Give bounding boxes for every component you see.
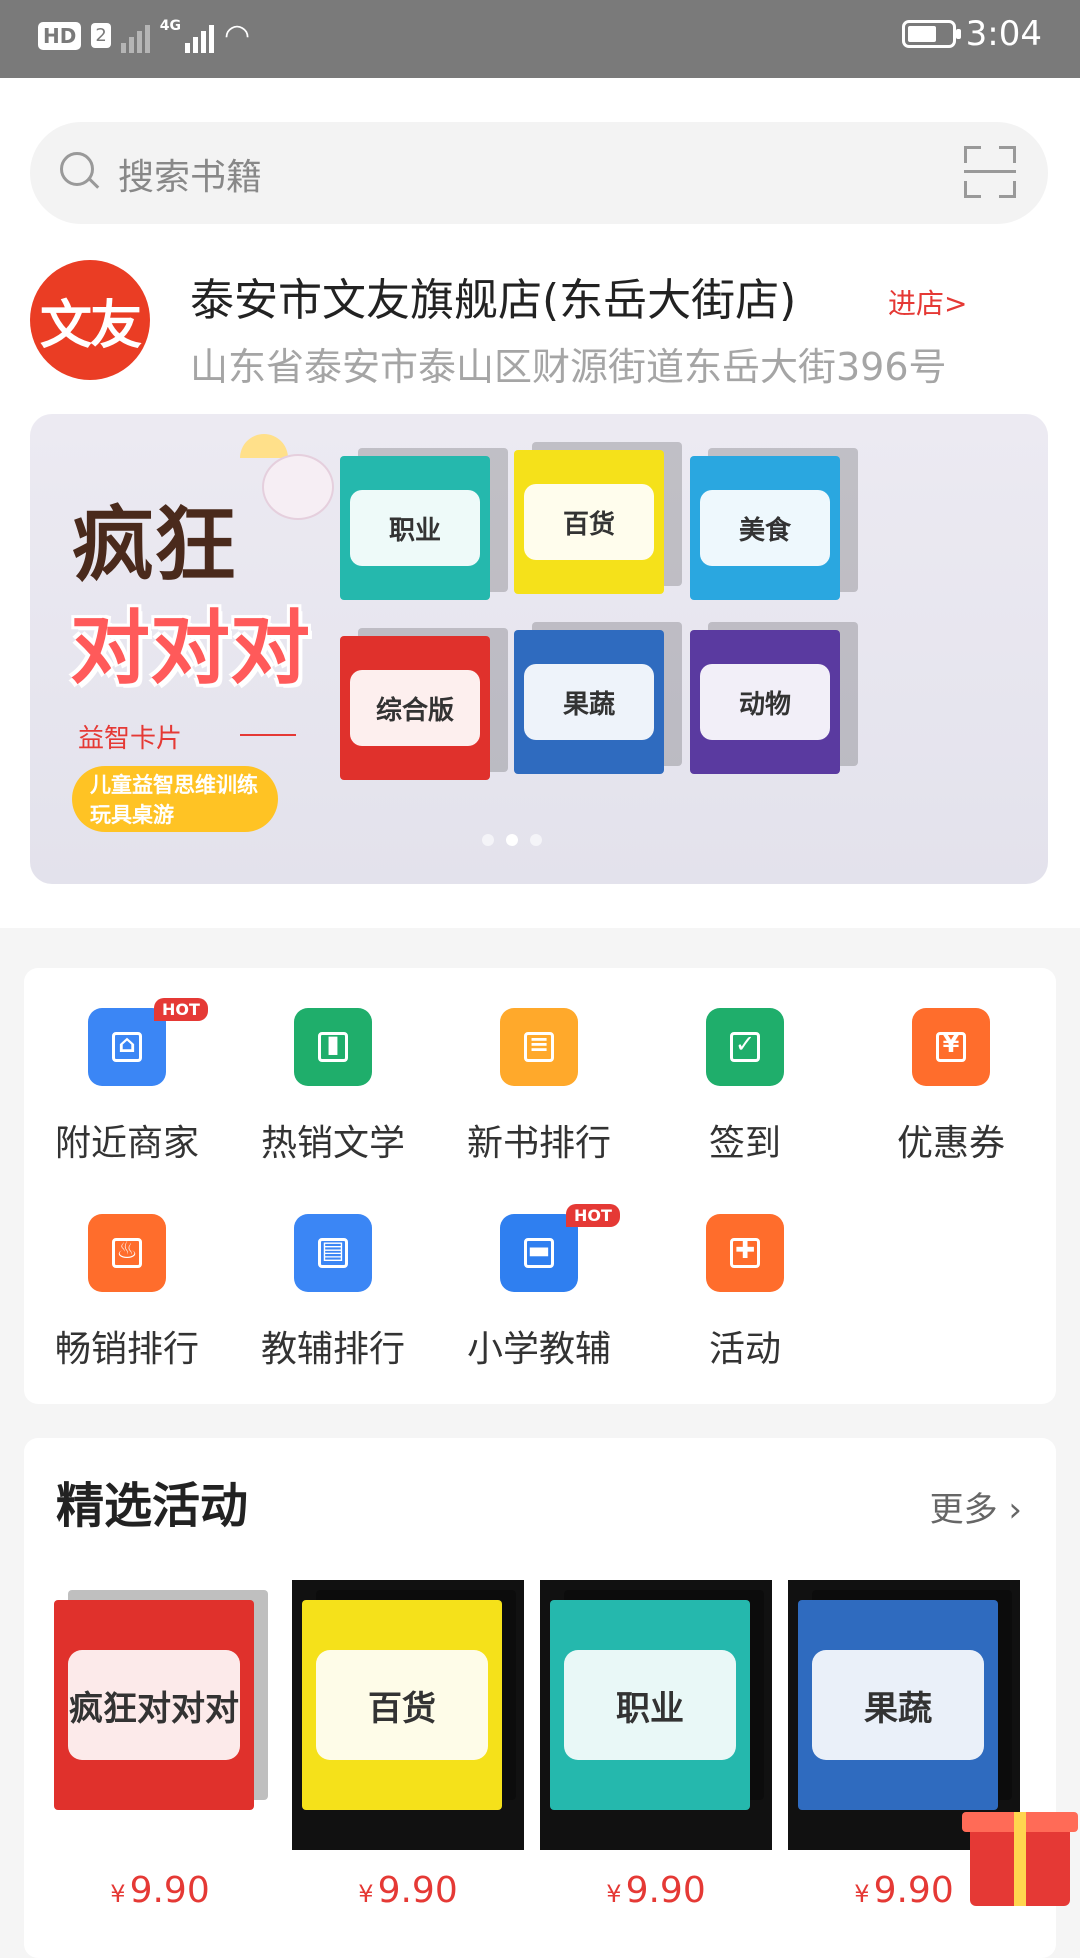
banner-title-line2: 对对对 xyxy=(70,602,310,695)
shop-logo[interactable]: 文友 xyxy=(30,260,150,380)
coupon-icon[interactable]: ¥ xyxy=(912,1008,990,1086)
textbook-icon[interactable]: ▤ xyxy=(294,1214,372,1292)
hot-badge: HOT xyxy=(154,998,208,1021)
category-item[interactable]: ✓ 签到 xyxy=(660,1008,830,1166)
product-image[interactable]: 疯狂对对对 xyxy=(44,1580,276,1850)
currency-symbol: ¥ xyxy=(110,1880,126,1908)
banner-pill: 儿童益智思维训练玩具桌游 xyxy=(72,766,278,832)
banner-product-label: 百货 xyxy=(524,484,654,560)
hot-badge: HOT xyxy=(566,1204,620,1227)
product-price: ¥9.90 xyxy=(540,1870,772,1911)
scan-icon[interactable] xyxy=(964,146,1016,198)
more-link[interactable]: 更多 › xyxy=(930,1482,1022,1531)
carousel-dots[interactable] xyxy=(482,834,542,846)
activity-product[interactable]: 百货 ¥9.90 xyxy=(292,1580,524,1911)
search-placeholder[interactable]: 搜索书籍 xyxy=(118,148,262,200)
promo-banner[interactable]: 疯狂 对对对 益智卡片 儿童益智思维训练玩具桌游 职业 百货 美食综合版 果蔬 动物 xyxy=(30,414,1048,884)
signal-icon-sim1 xyxy=(120,19,150,53)
currency-symbol: ¥ xyxy=(606,1880,622,1908)
banner-product-label: 动物 xyxy=(700,664,830,740)
product-price: ¥9.90 xyxy=(292,1870,524,1911)
category-item[interactable]: ▬ HOT 小学教辅 xyxy=(454,1204,624,1372)
store-header: 搜索书籍 文友 泰安市文友旗舰店(东岳大街店) 进店> 山东省泰安市泰山区财源街… xyxy=(0,78,1080,928)
enter-shop-link[interactable]: 进店> xyxy=(888,282,967,322)
book-icon[interactable]: ▮ xyxy=(294,1008,372,1086)
section-title: 精选活动 xyxy=(56,1478,249,1534)
banner-product-box: 职业 xyxy=(340,456,490,600)
battery-icon xyxy=(901,20,961,48)
product-image[interactable]: 职业 xyxy=(540,1580,772,1850)
chevron-right-icon: › xyxy=(1008,1490,1022,1530)
category-item[interactable]: ▮ 热销文学 xyxy=(248,1008,418,1166)
activity-product[interactable]: 职业 ¥9.90 xyxy=(540,1580,772,1911)
category-label[interactable]: 畅销排行 xyxy=(42,1320,212,1372)
activity-product[interactable]: 疯狂对对对 ¥9.90 xyxy=(44,1580,276,1911)
search-bar[interactable]: 搜索书籍 xyxy=(30,122,1048,224)
clock: 3:04 xyxy=(965,14,1042,54)
banner-product-box: 美食 xyxy=(690,456,840,600)
category-label[interactable]: 新书排行 xyxy=(454,1114,624,1166)
featured-activities: 精选活动 更多 › 疯狂对对对 ¥9.90 百货 ¥9.90 职业 ¥9.90 果蔬 ¥9.9… xyxy=(24,1438,1056,1958)
banner-product-box: 百货 xyxy=(514,450,664,594)
product-image[interactable]: 百货 xyxy=(292,1580,524,1850)
product-cover-label: 百货 xyxy=(316,1650,488,1760)
price-value: 9.90 xyxy=(873,1870,954,1911)
hd-indicator: HD xyxy=(38,21,82,50)
product-cover-label: 疯狂对对对 xyxy=(68,1650,240,1760)
category-label[interactable]: 教辅排行 xyxy=(248,1320,418,1372)
sim-indicator: 2 xyxy=(91,23,111,48)
banner-product-label: 美食 xyxy=(700,490,830,566)
banner-divider xyxy=(240,734,296,736)
banner-product-box: 果蔬 xyxy=(514,630,664,774)
category-label[interactable]: 热销文学 xyxy=(248,1114,418,1166)
more-label[interactable]: 更多 xyxy=(930,1490,998,1530)
red-packet-gift-icon[interactable] xyxy=(950,1790,1080,1920)
category-grid: ⌂ HOT 附近商家 ▮ 热销文学 ≡ 新书排行 ✓ 签到 ¥ 优惠券 ♨ 畅销排行 ▤ 教辅排行 ▬ HOT 小… xyxy=(24,968,1056,1404)
banner-product-label: 果蔬 xyxy=(524,664,654,740)
shop-name: 泰安市文友旗舰店(东岳大街店) xyxy=(190,275,797,326)
umbrella-icon xyxy=(240,434,288,458)
category-label[interactable]: 签到 xyxy=(660,1114,830,1166)
status-right: 3:04 xyxy=(901,14,1042,54)
carousel-dot[interactable] xyxy=(530,834,542,846)
category-label[interactable]: 附近商家 xyxy=(42,1114,212,1166)
mascot-icon xyxy=(262,454,334,520)
carousel-dot[interactable] xyxy=(482,834,494,846)
network-type: 4G xyxy=(159,18,182,34)
signal-icon-sim2 xyxy=(185,19,215,53)
calendar-check-icon[interactable]: ✓ xyxy=(706,1008,784,1086)
shop-address: 山东省泰安市泰山区财源街道东岳大街396号 xyxy=(190,345,947,389)
price-value: 9.90 xyxy=(625,1870,706,1911)
category-item[interactable]: ⌂ HOT 附近商家 xyxy=(42,998,212,1166)
banner-product-box: 综合版 xyxy=(340,636,490,780)
category-item[interactable]: ¥ 优惠券 xyxy=(866,1008,1036,1166)
banner-subtitle: 益智卡片 xyxy=(78,724,183,754)
category-label[interactable]: 优惠券 xyxy=(866,1114,1036,1166)
status-bar: HD 2 4G ◠ 3:04 xyxy=(0,0,1080,78)
search-icon xyxy=(60,152,94,186)
currency-symbol: ¥ xyxy=(854,1880,870,1908)
price-value: 9.90 xyxy=(377,1870,458,1911)
wifi-icon: ◠ xyxy=(224,18,251,53)
product-price: ¥9.90 xyxy=(44,1870,276,1911)
category-item[interactable]: ≡ 新书排行 xyxy=(454,1008,624,1166)
currency-symbol: ¥ xyxy=(358,1880,374,1908)
banner-product-label: 职业 xyxy=(350,490,480,566)
document-icon[interactable]: ≡ xyxy=(500,1008,578,1086)
product-cover-label: 果蔬 xyxy=(812,1650,984,1760)
product-cover-label: 职业 xyxy=(564,1650,736,1760)
category-label[interactable]: 活动 xyxy=(660,1320,830,1372)
status-left: HD 2 4G ◠ xyxy=(38,18,250,53)
category-item[interactable]: ▤ 教辅排行 xyxy=(248,1214,418,1372)
banner-title-line1: 疯狂 xyxy=(72,498,237,593)
flame-icon[interactable]: ♨ xyxy=(88,1214,166,1292)
category-label[interactable]: 小学教辅 xyxy=(454,1320,624,1372)
category-item[interactable]: ♨ 畅销排行 xyxy=(42,1214,212,1372)
category-item[interactable]: ✚ 活动 xyxy=(660,1214,830,1372)
price-value: 9.90 xyxy=(129,1870,210,1911)
gift-icon[interactable]: ✚ xyxy=(706,1214,784,1292)
carousel-dot[interactable] xyxy=(506,834,518,846)
banner-product-label: 综合版 xyxy=(350,670,480,746)
banner-product-box: 动物 xyxy=(690,630,840,774)
